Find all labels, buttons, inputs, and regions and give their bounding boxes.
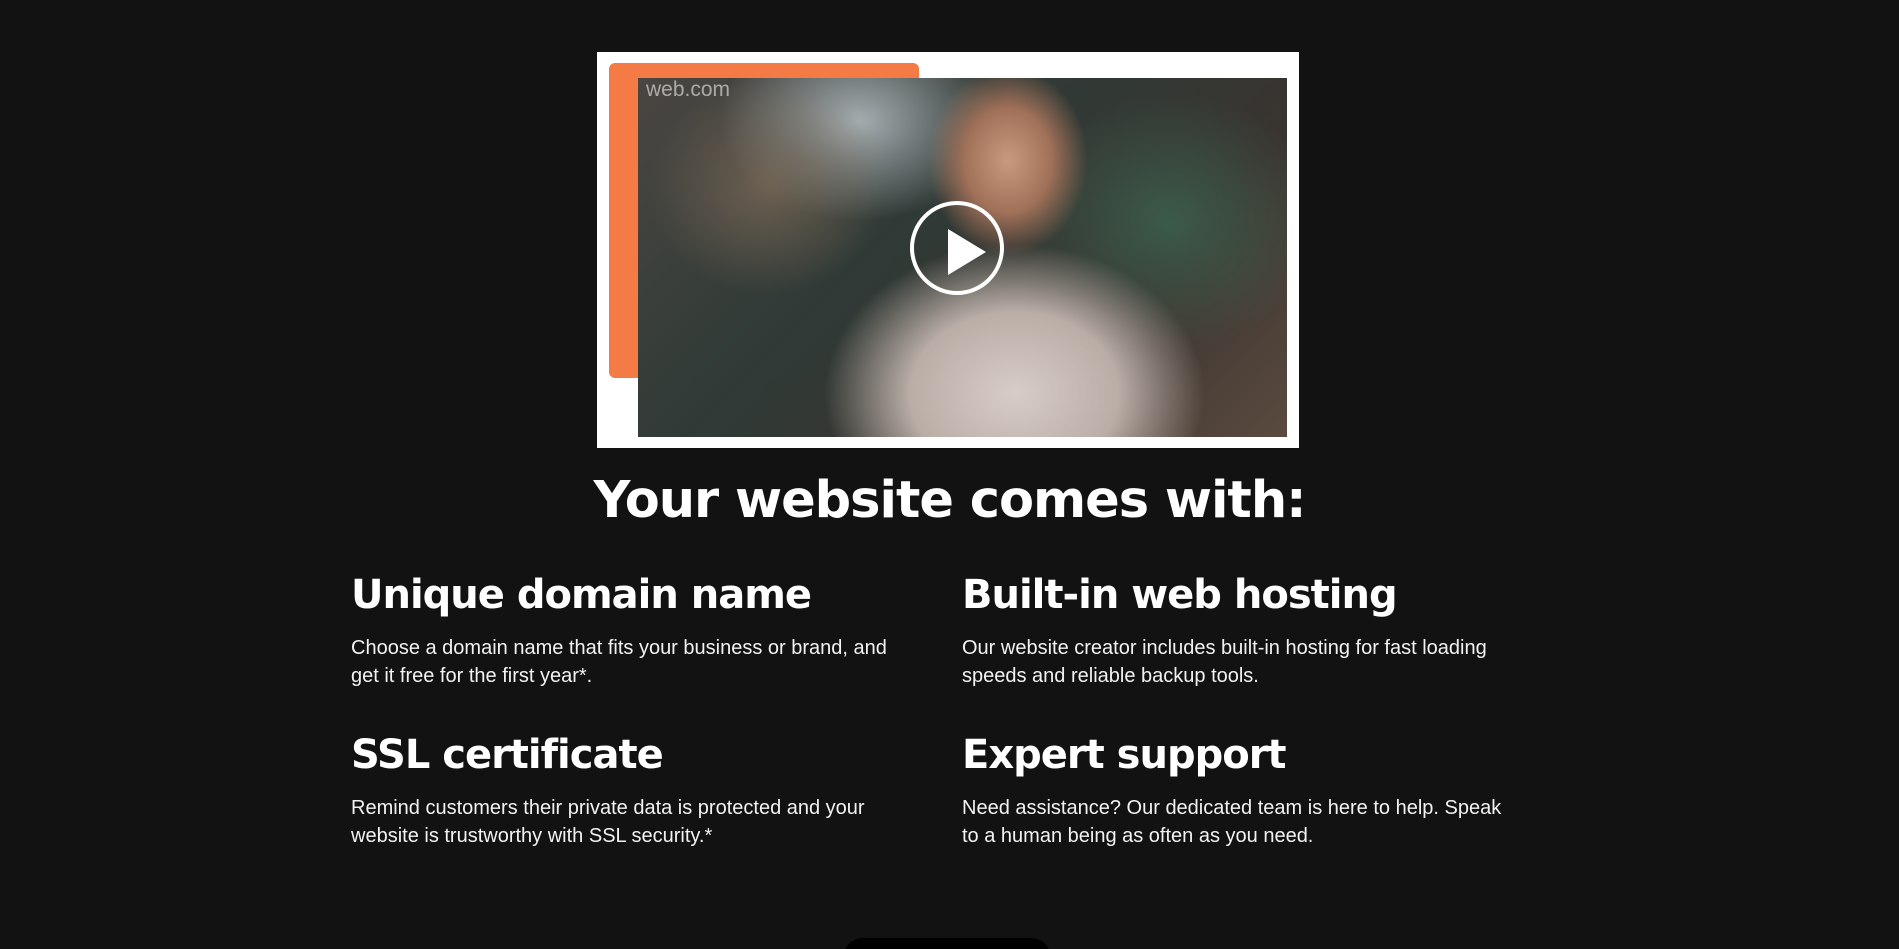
feature-title: Unique domain name	[351, 572, 812, 618]
play-button[interactable]	[910, 201, 1004, 295]
feature-title: Built-in web hosting	[962, 572, 1398, 618]
feature-description: Choose a domain name that fits your busi…	[351, 637, 887, 687]
video-thumbnail[interactable]: web.com	[638, 78, 1287, 437]
video-player[interactable]: web.com	[597, 52, 1299, 448]
feature-description: Need assistance? Our dedicated team is h…	[962, 797, 1502, 847]
feature-support: Expert support Need assistance? Our dedi…	[962, 728, 1542, 850]
feature-description: Our website creator includes built-in ho…	[962, 637, 1487, 687]
feature-title: Expert support	[962, 732, 1287, 778]
feature-domain: Unique domain name Choose a domain name …	[351, 568, 931, 690]
play-icon	[948, 229, 986, 275]
video-watermark: web.com	[646, 78, 731, 101]
feature-description: Remind customers their private data is p…	[351, 797, 865, 847]
cta-button[interactable]	[843, 938, 1051, 949]
feature-title: SSL certificate	[351, 732, 664, 778]
feature-ssl: SSL certificate Remind customers their p…	[351, 728, 931, 850]
section-title: Your website comes with:	[593, 471, 1306, 530]
feature-hosting: Built-in web hosting Our website creator…	[962, 568, 1542, 690]
